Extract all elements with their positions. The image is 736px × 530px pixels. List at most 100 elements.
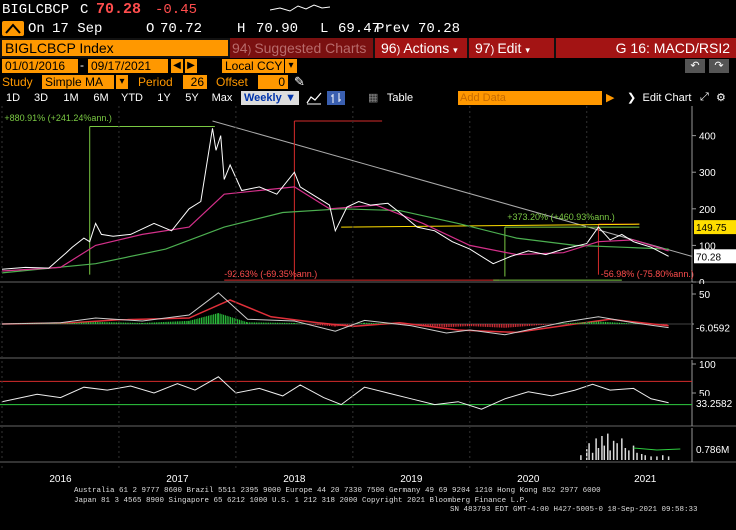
macd-last-value: -6.0592	[696, 324, 730, 335]
bar-chart-icon[interactable]	[327, 91, 345, 105]
edit-num: 97	[475, 40, 491, 56]
period-5y[interactable]: 5Y	[180, 91, 204, 105]
price-panel: 0100200300400+880.91% (+241.24%ann.)-92.…	[0, 106, 736, 289]
target-price-tag: 149.75	[696, 223, 727, 234]
y-tick-label: 300	[699, 168, 716, 179]
period-6m[interactable]: 6M	[88, 91, 114, 105]
trend-icon[interactable]	[2, 21, 24, 36]
x-tick-label: 2018	[283, 474, 306, 485]
caret-right-icon: ❯	[627, 92, 637, 104]
ticker: BIGLCBCP	[2, 2, 70, 18]
study-dropdown[interactable]: ▾	[116, 75, 128, 89]
date-forward-button[interactable]: ▶	[185, 59, 197, 73]
study-select[interactable]: Simple MA	[42, 75, 114, 89]
arrow-left-icon: ◀	[173, 60, 181, 71]
pencil-icon[interactable]: ✎	[294, 74, 305, 90]
offset-label: Offset	[216, 75, 248, 89]
undo-icon: ↶	[690, 60, 700, 72]
study-label: Study	[2, 75, 33, 89]
study-bar: Study Simple MA ▾ Period 26 Offset 0 ✎	[0, 74, 736, 90]
add-data-arrow-icon[interactable]: ▶	[606, 91, 614, 104]
y-tick-label: 100	[699, 360, 716, 371]
table-button[interactable]: Table	[382, 91, 418, 105]
redo-icon: ↷	[714, 60, 724, 72]
start-date-input[interactable]: 01/01/2016	[2, 59, 78, 73]
suggested-label: Suggested Charts	[254, 40, 367, 56]
chart-area[interactable]: 0100200300400+880.91% (+241.24%ann.)-92.…	[0, 106, 736, 528]
footer-line-2: Japan 81 3 4565 8900 Singapore 65 6212 1…	[74, 497, 529, 505]
frequency-select[interactable]: Weekly ▼	[241, 91, 299, 105]
suggested-charts-button[interactable]: 94) Suggested Charts	[230, 38, 373, 58]
change-value: -0.45	[155, 2, 198, 18]
edit-label: Edit	[497, 40, 522, 56]
line-chart-icon[interactable]	[306, 91, 322, 105]
last-price-tag: 70.28	[696, 252, 721, 263]
chart-header: BIGLCBCP Index 94) Suggested Charts 96) …	[0, 38, 736, 58]
edit-chart-button[interactable]: Edit Chart	[640, 91, 694, 105]
settings-icon[interactable]: ⚙	[716, 91, 726, 104]
high-label: H	[237, 21, 246, 37]
period-1m[interactable]: 1M	[58, 91, 84, 105]
quote-date: 17 Sep	[52, 21, 103, 37]
close-label: C	[80, 2, 89, 18]
low-label: L	[320, 21, 329, 37]
period-max[interactable]: Max	[208, 91, 236, 105]
low-value: 69.47	[338, 21, 381, 37]
edit-menu[interactable]: 97) Edit ▾	[469, 38, 554, 58]
undo-button[interactable]: ↶	[685, 59, 705, 73]
annotation-gain-top: +880.91% (+241.24%ann.)	[4, 113, 112, 123]
quote-bar: BIGLCBCP C 70.28 -0.45	[0, 0, 736, 20]
period-1y[interactable]: 1Y	[152, 91, 176, 105]
security-field[interactable]: BIGLCBCP Index	[2, 40, 228, 56]
period-ytd[interactable]: YTD	[118, 91, 146, 105]
volume-panel: 0.786M	[0, 428, 736, 463]
actions-menu[interactable]: 96) Actions ▾	[375, 38, 467, 58]
x-tick-label: 2016	[49, 474, 72, 485]
annotation-drop-mid: -92.63% (-69.35%ann.)	[224, 269, 317, 279]
high-value: 70.90	[256, 21, 299, 37]
caret-down-icon: ▾	[288, 60, 294, 71]
frequency-value: Weekly	[244, 92, 282, 104]
grid-icon[interactable]: ▦	[368, 91, 378, 104]
add-data-input[interactable]: Add Data	[458, 91, 602, 105]
end-date-input[interactable]: 09/17/2021	[88, 59, 168, 73]
caret-down-icon: ▾	[119, 76, 125, 87]
suggested-num: 94	[232, 40, 248, 56]
y-tick-label: 50	[699, 290, 711, 301]
prev-value: 70.28	[418, 21, 461, 37]
macd-panel: 500-6.0592	[0, 284, 736, 359]
annotation-gain-right: +373.20% (+460.93%ann.)	[507, 212, 615, 222]
date-range-bar: 01/01/2016 - 09/17/2021 ◀ ▶ Local CCY ▾ …	[0, 58, 736, 74]
period-input[interactable]: 26	[183, 75, 207, 89]
y-tick-label: 200	[699, 205, 716, 216]
volume-last-value: 0.786M	[696, 445, 729, 456]
open-value: 70.72	[160, 21, 203, 37]
prev-label: Prev	[376, 21, 410, 37]
caret-down-icon: ▾	[453, 45, 458, 55]
date-separator: -	[80, 58, 84, 72]
rsi-last-value: 33.2582	[696, 399, 733, 410]
period-1d[interactable]: 1D	[2, 91, 24, 105]
close-price: 70.28	[96, 1, 142, 18]
resize-icon[interactable]: ⤢	[700, 91, 709, 104]
chart-name: G 16: MACD/RSI2	[556, 38, 736, 58]
caret-down-icon: ▾	[525, 45, 530, 55]
offset-input[interactable]: 0	[258, 75, 288, 89]
actions-num: 96	[381, 40, 397, 56]
date-back-button[interactable]: ◀	[171, 59, 183, 73]
redo-button[interactable]: ↷	[709, 59, 729, 73]
x-tick-label: 2017	[166, 474, 189, 485]
trend-label: On	[28, 21, 45, 37]
period-label: Period	[138, 75, 173, 89]
open-label: O	[146, 21, 155, 37]
currency-select[interactable]: Local CCY	[222, 59, 284, 73]
sparkline-icon	[270, 4, 330, 12]
x-tick-label: 2020	[517, 474, 540, 485]
rsi-panel: 1005033.2582	[0, 360, 736, 427]
security-name: BIGLCBCP Index	[5, 40, 114, 56]
currency-dropdown[interactable]: ▾	[285, 59, 297, 73]
panel-bg	[0, 360, 736, 426]
period-3d[interactable]: 3D	[30, 91, 52, 105]
x-tick-label: 2021	[634, 474, 657, 485]
actions-label: Actions	[403, 40, 450, 56]
